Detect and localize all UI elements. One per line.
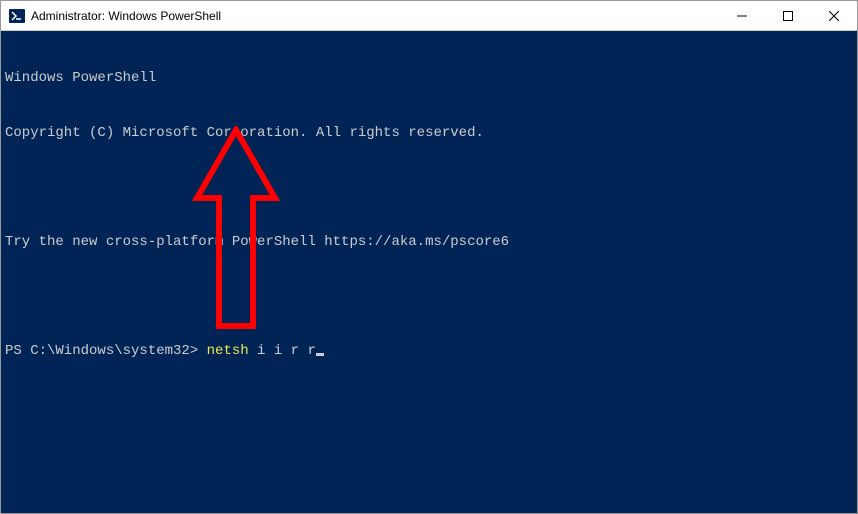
terminal-line: Windows PowerShell: [5, 69, 857, 87]
prompt-line: PS C:\Windows\system32> netsh i i r r: [5, 342, 857, 360]
minimize-button[interactable]: [719, 1, 765, 30]
close-button[interactable]: [811, 1, 857, 30]
command-keyword: netsh: [207, 343, 249, 359]
terminal-blank: [5, 288, 857, 306]
powershell-icon: [9, 8, 25, 24]
window-title: Administrator: Windows PowerShell: [31, 9, 719, 23]
terminal-line: Copyright (C) Microsoft Corporation. All…: [5, 124, 857, 142]
command-args: i i r r: [249, 343, 316, 359]
window-controls: [719, 1, 857, 30]
terminal-area[interactable]: Windows PowerShell Copyright (C) Microso…: [1, 31, 857, 513]
titlebar[interactable]: Administrator: Windows PowerShell: [1, 1, 857, 31]
maximize-button[interactable]: [765, 1, 811, 30]
cursor: [316, 353, 324, 356]
terminal-blank: [5, 179, 857, 197]
prompt-text: PS C:\Windows\system32>: [5, 343, 207, 359]
terminal-line: Try the new cross-platform PowerShell ht…: [5, 233, 857, 251]
powershell-window: Administrator: Windows PowerShell Window…: [0, 0, 858, 514]
